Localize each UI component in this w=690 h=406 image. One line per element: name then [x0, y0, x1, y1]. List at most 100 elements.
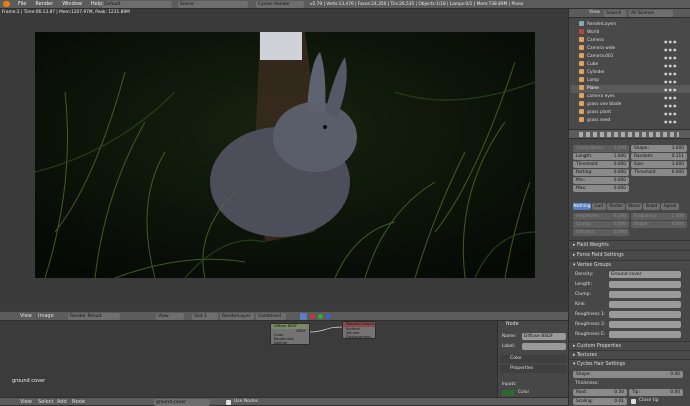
node-socket-normal: Normal	[274, 341, 288, 345]
outliner-item[interactable]: Cube ◉◉◉	[571, 61, 690, 69]
channel-blue-icon[interactable]	[326, 314, 331, 319]
view-menu[interactable]: View	[20, 313, 32, 319]
vg-clump-field[interactable]	[609, 291, 681, 298]
pass-selector[interactable]: Combined	[256, 313, 286, 320]
vg-roughness2-field[interactable]	[609, 321, 681, 328]
image-selector[interactable]: Render Result	[68, 313, 120, 320]
root-slider[interactable]: Root: 0.50	[573, 389, 627, 396]
scene-selector[interactable]: Scene	[178, 1, 248, 8]
kink-nothing-tab[interactable]: Nothing	[573, 203, 591, 210]
outliner-item-selected[interactable]: Plane ◉◉◉	[571, 85, 690, 93]
diffuse-bsdf-node[interactable]: Diffuse BSDF BSDF Color Roughness Normal	[270, 323, 310, 345]
vg-roughness1-field[interactable]	[609, 311, 681, 318]
select-menu[interactable]: Select	[38, 399, 53, 405]
scenes-selector[interactable]: All Scenes	[629, 10, 673, 17]
vertex-groups-panel[interactable]: ▾ Vertex Groups	[569, 260, 690, 269]
kink-wave-tab[interactable]: Wave	[626, 203, 642, 210]
outliner-item[interactable]: Cylinder ◉◉◉	[571, 69, 690, 77]
close-tip-checkbox[interactable]	[631, 399, 636, 404]
scaling-slider[interactable]: Scaling: 0.01	[573, 398, 627, 405]
kink-braid-tab[interactable]: Braid	[643, 203, 660, 210]
node-properties-panel: Node Name: Diffuse BSDF Label: Color Pro…	[497, 321, 568, 397]
clump-slider[interactable]: Clump: 0.000	[573, 221, 629, 228]
channel-red-icon[interactable]	[310, 314, 315, 319]
flatness-slider[interactable]: Flatness: 0.000	[573, 229, 629, 236]
use-nodes-checkbox[interactable]	[226, 400, 231, 405]
outliner-item[interactable]: Camera.001 ◉◉◉	[571, 53, 690, 61]
material-output-node[interactable]: Material Output Surface Volume Displacem…	[342, 321, 376, 339]
menu-window[interactable]: Window	[62, 1, 82, 7]
node-section-header[interactable]: Node	[506, 322, 519, 327]
add-menu[interactable]: Add	[57, 399, 67, 405]
vg-clump-label: Clump:	[575, 292, 592, 297]
channel-green-icon[interactable]	[318, 314, 323, 319]
density-group-field[interactable]: Ground cover	[609, 271, 681, 278]
outliner-item[interactable]: grass seed ◉◉◉	[571, 117, 690, 125]
frequency-slider[interactable]: Frequency: 2.000	[631, 213, 687, 220]
kink-radial-tab[interactable]: Radial	[607, 203, 625, 210]
cycles-hair-panel[interactable]: ▾ Cycles Hair Settings	[569, 359, 690, 368]
outliner-item[interactable]: Camera wide ◉◉◉	[571, 45, 690, 53]
node-editor[interactable]: Diffuse BSDF BSDF Color Roughness Normal…	[0, 321, 497, 397]
outliner-item[interactable]: Camera ◉◉◉	[571, 37, 690, 45]
top-header: File Render Window Help Default Scene Cycle…	[0, 0, 690, 9]
length-slider[interactable]: Length: 1.000	[573, 153, 629, 160]
search-selector[interactable]: Search	[604, 10, 626, 17]
channel-color-icon[interactable]	[300, 313, 307, 320]
kink-spiral-tab[interactable]: Spiral	[661, 203, 679, 210]
amplitude-slider[interactable]: Amplitude: 0.200	[573, 213, 629, 220]
properties-tab-icons[interactable]	[579, 132, 679, 137]
vg-kink-field[interactable]	[609, 301, 681, 308]
color-section[interactable]: Color	[500, 355, 567, 363]
outliner-item[interactable]: grass plant ◉◉◉	[571, 109, 690, 117]
node-menu[interactable]: Node	[72, 399, 85, 405]
viewport-info: Frame:2 | Time:06:13.87 | Mem:1207.97M, …	[2, 10, 130, 15]
threshold2-slider[interactable]: Threshold: 0.000	[631, 169, 687, 176]
kink-curl-tab[interactable]: Curl	[592, 203, 606, 210]
size-slider[interactable]: Size: 1.000	[631, 161, 687, 168]
shape-slider[interactable]: Shape: 1.000	[631, 145, 687, 152]
material-selector[interactable]: ground cover	[154, 399, 210, 406]
textures-panel[interactable]: ▸ Textures	[569, 350, 690, 359]
layer-selector[interactable]: RenderLayer	[220, 313, 254, 320]
close-tip-label: Close tip	[639, 398, 659, 403]
threshold-slider[interactable]: Threshold: 0.000	[573, 161, 629, 168]
engine-selector[interactable]: Cycles Render	[256, 1, 304, 8]
layout-selector[interactable]: Default	[102, 1, 172, 8]
slot-selector[interactable]: Slot 1	[192, 313, 218, 320]
outliner-header: View Search All Scenes	[569, 9, 690, 18]
outliner-item[interactable]: RenderLayers	[571, 21, 690, 29]
outliner-item[interactable]: grass one blade ◉◉◉	[571, 101, 690, 109]
hair-shape-slider[interactable]: Shape: 0.00	[573, 371, 683, 378]
vg-roughnesse-label: Roughness E:	[575, 332, 606, 337]
node-socket-displacement: Displacement	[346, 335, 371, 339]
custom-properties-panel[interactable]: ▸ Custom Properties	[569, 341, 690, 350]
kink-shape-slider[interactable]: Shape: 0.000	[631, 221, 687, 228]
input-color-swatch[interactable]	[502, 390, 514, 396]
menu-file[interactable]: File	[18, 1, 26, 7]
viewport-3d[interactable]: Frame:2 | Time:06:13.87 | Mem:1207.97M, …	[0, 9, 568, 305]
max-slider[interactable]: Max: 0.000	[573, 185, 629, 192]
node-label-field[interactable]	[522, 343, 566, 350]
menu-render[interactable]: Render	[35, 1, 53, 7]
properties-section[interactable]: Properties	[500, 365, 567, 373]
field-weights-panel[interactable]: ▸ Field Weights	[569, 240, 690, 249]
view-selector[interactable]: View	[156, 313, 184, 320]
clump-noise-slider[interactable]: Clump Noise: 1.000	[573, 145, 629, 152]
random-slider[interactable]: Random: 0.111	[631, 153, 687, 160]
blender-icon[interactable]	[3, 1, 10, 7]
min-slider[interactable]: Min: 0.000	[573, 177, 629, 184]
parting-slider[interactable]: Parting: 0.000	[573, 169, 629, 176]
menu-help[interactable]: Help	[91, 1, 102, 7]
outliner-item[interactable]: Lamp ◉◉◉	[571, 77, 690, 85]
view-menu[interactable]: View	[589, 10, 600, 15]
tip-slider[interactable]: Tip: 0.00	[629, 389, 683, 396]
vg-length-field[interactable]	[609, 281, 681, 288]
force-field-panel[interactable]: ▸ Force Field Settings	[569, 250, 690, 259]
image-menu[interactable]: Image	[38, 313, 54, 319]
outliner-item[interactable]: World	[571, 29, 690, 37]
node-name-field[interactable]: Diffuse BSDF	[522, 333, 566, 340]
vg-roughnesse-field[interactable]	[609, 331, 681, 338]
outliner-item[interactable]: camera eyes ◉◉◉	[571, 93, 690, 101]
view-menu[interactable]: View	[20, 399, 32, 405]
